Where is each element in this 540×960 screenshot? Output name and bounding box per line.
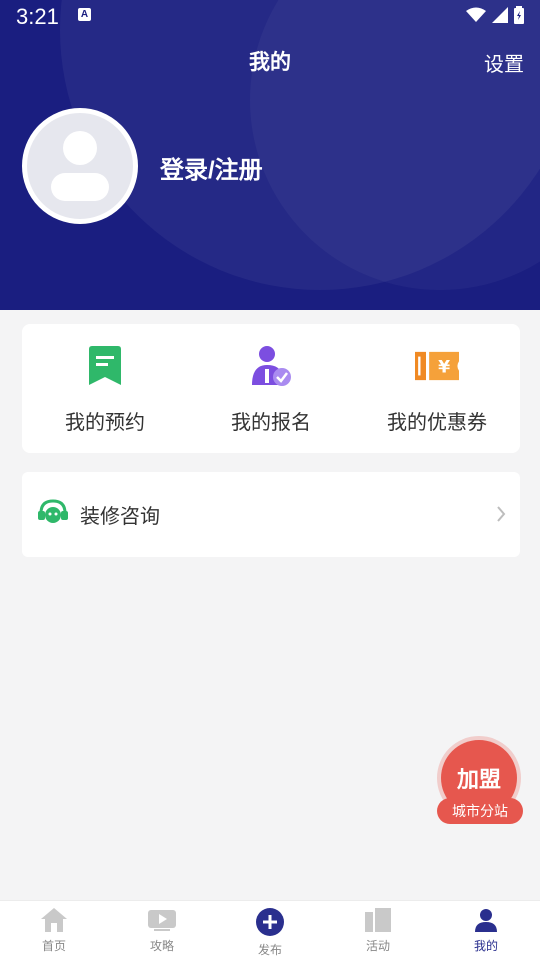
notification-icon: A (78, 8, 91, 21)
status-icons (466, 6, 524, 24)
svg-text:¥: ¥ (438, 357, 450, 377)
tab-home[interactable]: 首页 (0, 901, 108, 960)
profile-icon (475, 909, 497, 932)
status-bar: 3:21 A (0, 0, 540, 34)
video-icon (148, 910, 176, 931)
page-title: 我的 (249, 51, 291, 74)
chevron-right-icon (497, 506, 506, 522)
quick-action-label: 我的优惠券 (387, 412, 487, 434)
profile-header: 3:21 A 我的 设置 登录/注册 (0, 0, 540, 310)
tab-label: 首页 (41, 939, 66, 953)
avatar-body (51, 173, 109, 201)
coupon-icon: ¥ (415, 344, 459, 388)
bottom-tab-bar: 首页 攻略 发布 活动 我的 (0, 900, 540, 960)
tab-guides[interactable]: 攻略 (108, 901, 216, 960)
tab-label: 活动 (365, 939, 390, 953)
tab-label: 发布 (257, 943, 282, 957)
activity-icon (365, 908, 391, 932)
tab-label: 攻略 (149, 939, 174, 953)
home-icon (41, 908, 67, 932)
consult-row[interactable]: 装修咨询 (22, 472, 520, 557)
plus-circle-icon (256, 908, 284, 936)
quick-action-label: 我的报名 (231, 412, 311, 434)
tab-activity[interactable]: 活动 (324, 901, 432, 960)
consult-label: 装修咨询 (80, 506, 160, 528)
quick-action-registration[interactable]: 我的报名 (188, 324, 354, 453)
battery-icon (514, 6, 524, 24)
user-check-icon (249, 344, 293, 388)
bookmark-icon (83, 344, 127, 388)
quick-action-coupons[interactable]: ¥ 我的优惠券 (354, 324, 520, 453)
tab-label: 我的 (473, 939, 498, 953)
join-badge[interactable]: 加盟 城市分站 (437, 740, 523, 826)
quick-action-appointment[interactable]: 我的预约 (22, 324, 188, 453)
avatar-head (63, 131, 97, 165)
tab-profile[interactable]: 我的 (432, 901, 540, 960)
status-time: 3:21 (16, 4, 59, 29)
headset-icon (38, 499, 68, 530)
quick-action-label: 我的预约 (65, 412, 145, 434)
join-badge-subtitle: 城市分站 (437, 798, 523, 824)
tab-publish[interactable]: 发布 (216, 901, 324, 960)
signal-icon (492, 7, 508, 23)
settings-button[interactable]: 设置 (484, 48, 524, 77)
login-register-link[interactable]: 登录/注册 (160, 150, 263, 185)
avatar[interactable] (22, 108, 138, 224)
wifi-icon (466, 7, 486, 22)
join-badge-title: 加盟 (456, 767, 501, 792)
quick-actions-card: 我的预约 我的报名 ¥ 我的优惠券 (22, 324, 520, 453)
